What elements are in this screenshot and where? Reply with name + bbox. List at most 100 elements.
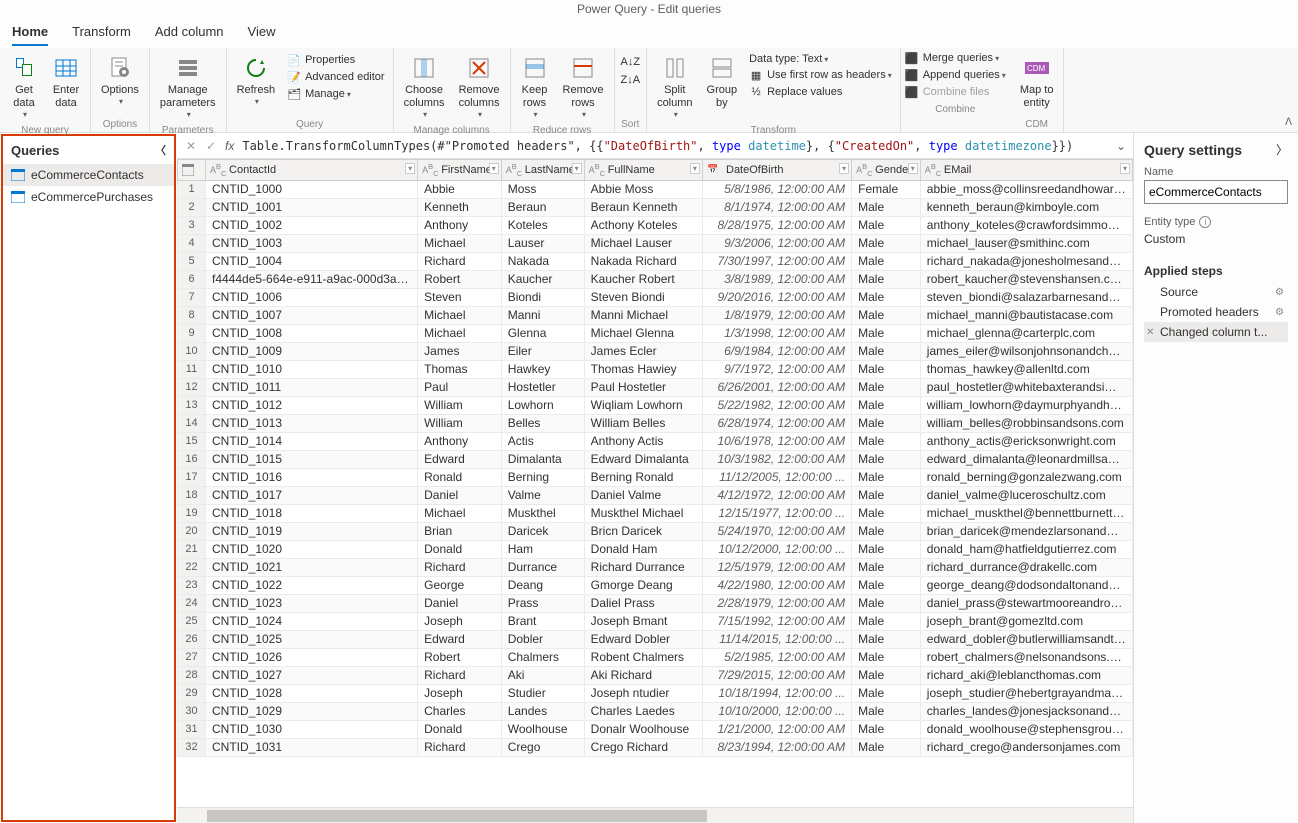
cell[interactable]: daniel_valme@luceroschultz.com (920, 486, 1132, 504)
table-row[interactable]: 14CNTID_1013WilliamBellesWilliam Belles6… (178, 414, 1133, 432)
cell[interactable]: paul_hostetler@whitebaxterandsimpson.com (920, 378, 1132, 396)
cell[interactable]: Kenneth (418, 198, 502, 216)
query-item-ecommerce-purchases[interactable]: eCommercePurchases (3, 186, 174, 208)
cell[interactable]: Edward Dimalanta (584, 450, 702, 468)
cell[interactable]: f4444de5-664e-e911-a9ac-000d3a2d57... (206, 270, 418, 288)
filter-icon[interactable]: ▾ (690, 163, 700, 174)
cell[interactable]: Hostetler (501, 378, 584, 396)
cell[interactable]: 1/8/1979, 12:00:00 AM (702, 306, 851, 324)
formula-expand-button[interactable]: ⌄ (1113, 139, 1129, 153)
cell[interactable]: CNTID_1004 (206, 252, 418, 270)
cell[interactable]: 5/24/1970, 12:00:00 AM (702, 522, 851, 540)
cell[interactable]: Richard (418, 738, 502, 756)
cell[interactable]: CNTID_1021 (206, 558, 418, 576)
horizontal-scrollbar[interactable] (177, 807, 1133, 823)
data-type-button[interactable]: Data type: Text▾ (745, 52, 896, 66)
cell[interactable]: Gmorge Deang (584, 576, 702, 594)
cell[interactable]: Male (852, 234, 921, 252)
cell[interactable]: 12/5/1979, 12:00:00 AM (702, 558, 851, 576)
cell[interactable]: kenneth_beraun@kimboyle.com (920, 198, 1132, 216)
gear-icon[interactable]: ⚙ (1275, 307, 1284, 318)
cell[interactable]: Brian (418, 522, 502, 540)
cell[interactable]: robert_kaucher@stevenshansen.com (920, 270, 1132, 288)
cell[interactable]: richard_nakada@jonesholmesandmooney.com (920, 252, 1132, 270)
cell[interactable]: Male (852, 504, 921, 522)
menu-transform[interactable]: Transform (72, 20, 131, 46)
cell[interactable]: Male (852, 198, 921, 216)
cell[interactable]: Male (852, 360, 921, 378)
cell[interactable]: robert_chalmers@nelsonandsons.com (920, 648, 1132, 666)
cell[interactable]: Joseph (418, 612, 502, 630)
first-row-headers-button[interactable]: ▦Use first row as headers▾ (745, 67, 896, 83)
cell[interactable]: 5/22/1982, 12:00:00 AM (702, 396, 851, 414)
cell[interactable]: Male (852, 522, 921, 540)
cell[interactable]: Donald (418, 540, 502, 558)
cell[interactable]: William (418, 396, 502, 414)
table-row[interactable]: 29CNTID_1028JosephStudierJoseph ntudier1… (178, 684, 1133, 702)
cell[interactable]: Male (852, 216, 921, 234)
cell[interactable]: charles_landes@jonesjacksonandcole.com (920, 702, 1132, 720)
cell[interactable]: 10/12/2000, 12:00:00 ... (702, 540, 851, 558)
cell[interactable]: Muskthel Michael (584, 504, 702, 522)
cell[interactable]: Paul (418, 378, 502, 396)
cell[interactable]: CNTID_1007 (206, 306, 418, 324)
cell[interactable]: Prass (501, 594, 584, 612)
cell[interactable]: james_eiler@wilsonjohnsonandchan.com (920, 342, 1132, 360)
cell[interactable]: Robert (418, 648, 502, 666)
table-row[interactable]: 23CNTID_1022GeorgeDeangGmorge Deang4/22/… (178, 576, 1133, 594)
cell[interactable]: Studier (501, 684, 584, 702)
cell[interactable]: richard_aki@leblancthomas.com (920, 666, 1132, 684)
sort-desc-button[interactable]: Z↓A (619, 72, 643, 88)
cell[interactable]: Michael Glenna (584, 324, 702, 342)
table-row[interactable]: 24CNTID_1023DanielPrassDaliel Prass2/28/… (178, 594, 1133, 612)
cell[interactable]: Donalr Woolhouse (584, 720, 702, 738)
menu-view[interactable]: View (248, 20, 276, 46)
cell[interactable]: Thomas (418, 360, 502, 378)
cell[interactable]: CNTID_1012 (206, 396, 418, 414)
cell[interactable]: thomas_hawkey@allenltd.com (920, 360, 1132, 378)
table-row[interactable]: 31CNTID_1030DonaldWoolhouseDonalr Woolho… (178, 720, 1133, 738)
cell[interactable]: Richard (418, 558, 502, 576)
cell[interactable]: CNTID_1023 (206, 594, 418, 612)
cell[interactable]: Anthony (418, 216, 502, 234)
cell[interactable]: CNTID_1014 (206, 432, 418, 450)
cell[interactable]: 9/20/2016, 12:00:00 AM (702, 288, 851, 306)
cell[interactable]: michael_muskthel@bennettburnett.com (920, 504, 1132, 522)
cell[interactable]: Acthony Koteles (584, 216, 702, 234)
cell[interactable]: Koteles (501, 216, 584, 234)
cell[interactable]: 10/18/1994, 12:00:00 ... (702, 684, 851, 702)
cell[interactable]: James Ecler (584, 342, 702, 360)
cell[interactable]: Robent Chalmers (584, 648, 702, 666)
split-column-button[interactable]: Split column▾ (651, 50, 698, 123)
cell[interactable]: CNTID_1031 (206, 738, 418, 756)
table-row[interactable]: 11CNTID_1010ThomasHawkeyThomas Hawiey9/7… (178, 360, 1133, 378)
query-name-input[interactable] (1144, 180, 1288, 204)
cell[interactable]: Biondi (501, 288, 584, 306)
cell[interactable]: Valme (501, 486, 584, 504)
append-queries-button[interactable]: ⬛Append queries▾ (901, 67, 1010, 83)
delete-step-icon[interactable]: ✕ (1146, 327, 1154, 338)
table-row[interactable]: 13CNTID_1012WilliamLowhornWiqliam Lowhor… (178, 396, 1133, 414)
table-row[interactable]: 12CNTID_1011PaulHostetlerPaul Hostetler6… (178, 378, 1133, 396)
cell[interactable]: joseph_brant@gomezltd.com (920, 612, 1132, 630)
filter-icon[interactable]: ▾ (1120, 163, 1130, 174)
column-header-dateofbirth[interactable]: 📅 DateOfBirth▾ (702, 160, 851, 181)
step-source[interactable]: Source⚙ (1144, 282, 1288, 302)
cell[interactable]: Woolhouse (501, 720, 584, 738)
cell[interactable]: Deang (501, 576, 584, 594)
options-button[interactable]: Options▾ (95, 50, 145, 110)
cell[interactable]: Aki (501, 666, 584, 684)
cell[interactable]: CNTID_1000 (206, 180, 418, 198)
cell[interactable]: Beraun (501, 198, 584, 216)
cell[interactable]: richard_crego@andersonjames.com (920, 738, 1132, 756)
cell[interactable]: Dobler (501, 630, 584, 648)
table-row[interactable]: 4CNTID_1003MichaelLauserMichael Lauser9/… (178, 234, 1133, 252)
cell[interactable]: Ham (501, 540, 584, 558)
table-row[interactable]: 32CNTID_1031RichardCregoCrego Richard8/2… (178, 738, 1133, 756)
gear-icon[interactable]: ⚙ (1275, 287, 1284, 298)
step-changed-column-types[interactable]: ✕Changed column t... (1144, 322, 1288, 342)
cell[interactable]: Male (852, 594, 921, 612)
cell[interactable]: CNTID_1013 (206, 414, 418, 432)
cell[interactable]: Chalmers (501, 648, 584, 666)
cell[interactable]: 10/10/2000, 12:00:00 ... (702, 702, 851, 720)
